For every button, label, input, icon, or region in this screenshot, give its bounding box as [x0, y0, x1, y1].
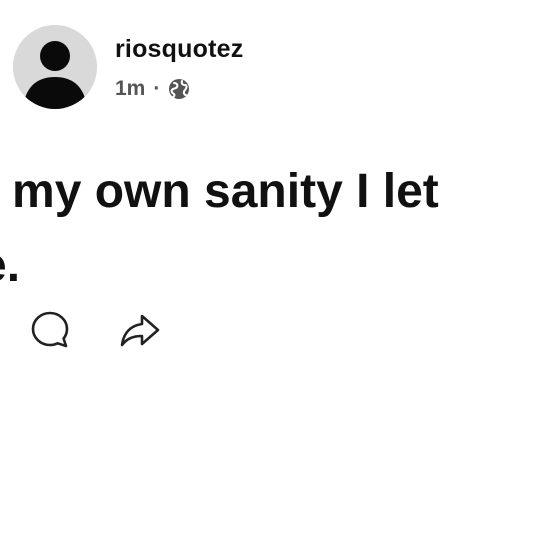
share-arrow-icon — [120, 314, 160, 347]
share-button[interactable] — [118, 308, 162, 352]
globe-icon — [169, 79, 190, 99]
comment-bubble-icon — [31, 311, 69, 348]
post-text: r my own sanity I let e. — [0, 165, 439, 292]
post-meta: 1m · — [115, 75, 190, 103]
comment-button[interactable] — [28, 308, 72, 352]
default-avatar-icon — [13, 25, 97, 109]
post-time: 1m — [115, 77, 146, 100]
author-username[interactable]: riosquotez — [115, 34, 243, 64]
meta-separator: · — [153, 77, 161, 100]
post-actions — [28, 308, 162, 352]
avatar[interactable] — [13, 25, 97, 109]
